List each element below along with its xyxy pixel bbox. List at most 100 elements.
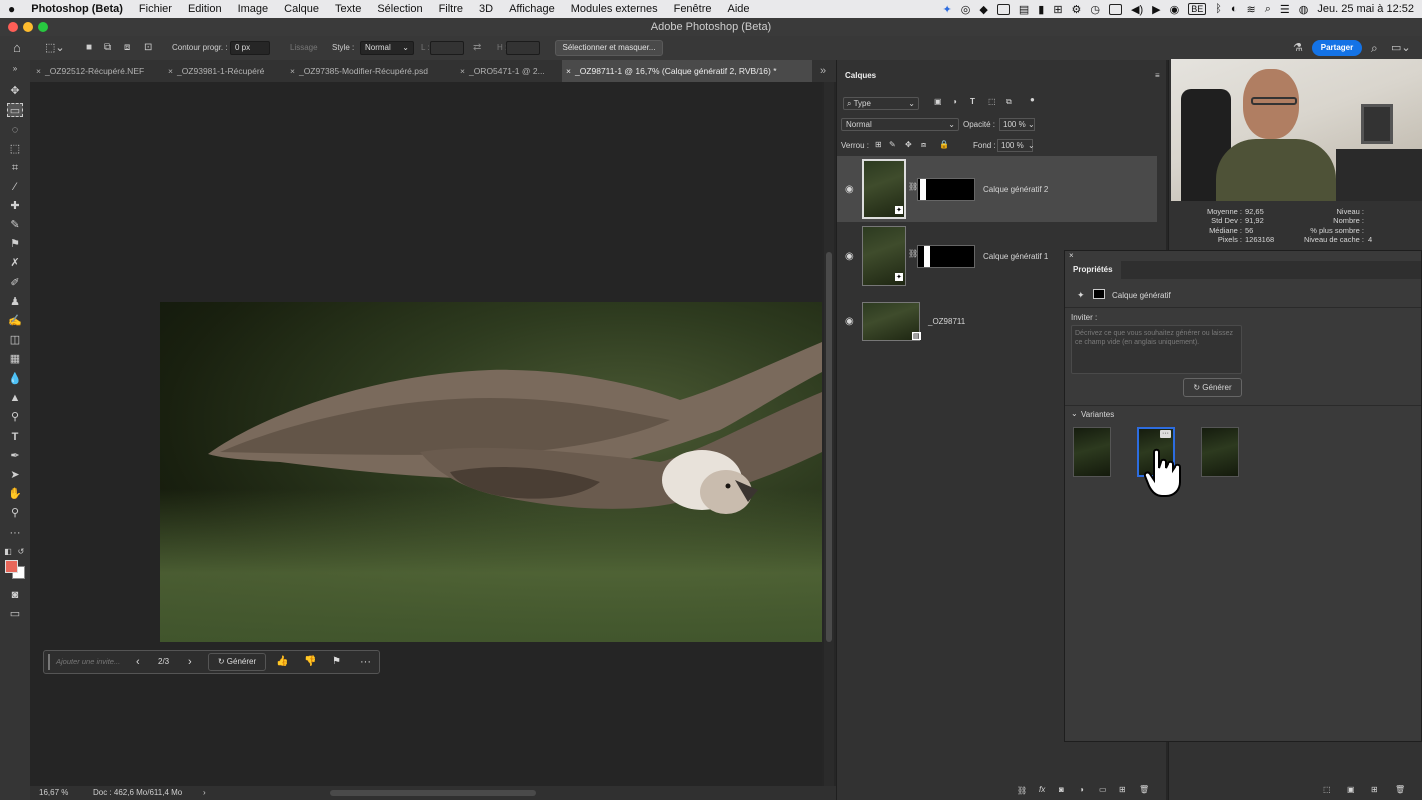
volume-icon[interactable]: ◀)	[1131, 3, 1143, 16]
more-options-icon[interactable]: ···	[1160, 430, 1171, 438]
default-colors-icon[interactable]: ◧	[3, 545, 13, 559]
menu-app-name[interactable]: Photoshop (Beta)	[23, 3, 131, 15]
chevron-down-icon[interactable]: ⌄	[1028, 141, 1035, 150]
butterfly-icon[interactable]: ✦	[943, 3, 952, 16]
menu-filtre[interactable]: Filtre	[431, 3, 471, 15]
stamp-tool-icon[interactable]: ♟	[7, 295, 23, 309]
wifi-icon[interactable]: ≋	[1247, 3, 1256, 16]
clone-stamp-tool-icon[interactable]: ⚑	[7, 237, 23, 251]
intersect-selection-icon[interactable]: ⊡	[144, 36, 152, 60]
share-button[interactable]: Partager	[1312, 40, 1362, 56]
tab-close-icon[interactable]: ×	[566, 66, 571, 76]
dodge-tool-icon[interactable]: ⚲	[7, 410, 23, 424]
object-select-tool-icon[interactable]: ⬚	[7, 142, 23, 156]
lock-all-icon[interactable]: 🔒	[939, 140, 949, 149]
menu-image[interactable]: Image	[230, 3, 277, 15]
gradient-tool-icon[interactable]: ▦	[7, 352, 23, 366]
type-tool-icon[interactable]: T	[7, 430, 23, 444]
menu-fenetre[interactable]: Fenêtre	[666, 3, 720, 15]
menu-aide[interactable]: Aide	[720, 3, 758, 15]
tab-document-2[interactable]: × _OZ93981-1-Récupéré	[164, 60, 284, 82]
vertical-scrollbar[interactable]	[824, 82, 834, 786]
menu-modules-externes[interactable]: Modules externes	[563, 3, 666, 15]
search-icon[interactable]: ⌕	[1371, 36, 1378, 60]
bluetooth-icon[interactable]: ᛒ	[1215, 3, 1222, 15]
height-input[interactable]	[506, 41, 540, 55]
apple-icon[interactable]: ●	[0, 2, 23, 16]
zoom-level[interactable]: 16,67 %	[39, 786, 68, 800]
layer-name[interactable]: Calque génératif 1	[983, 252, 1048, 261]
lasso-tool-icon[interactable]: ◌	[7, 123, 23, 137]
eye-icon[interactable]: ◉	[845, 184, 854, 195]
layer-row-generative-2[interactable]: ◉ ✦ ⛓ Calque génératif 2	[837, 156, 1157, 222]
time-machine-icon[interactable]: ◷	[1090, 3, 1100, 16]
chevron-down-icon[interactable]: ⌄	[1028, 120, 1035, 129]
hand-tool-icon[interactable]: ✋	[7, 487, 23, 501]
next-variant-button[interactable]: ›	[188, 654, 192, 670]
marquee-preset-icon[interactable]: ⬚⌄	[45, 36, 65, 60]
pen-tool-icon[interactable]: ✒	[7, 449, 23, 463]
pencil-tool-icon[interactable]: ✐	[7, 276, 23, 290]
art-brush-tool-icon[interactable]: ✍	[7, 314, 23, 328]
marquee-tool-icon[interactable]: ▭	[7, 103, 23, 117]
variants-label[interactable]: Variantes	[1081, 410, 1114, 419]
tab-close-icon[interactable]: ×	[290, 66, 295, 76]
bottom-icon-2[interactable]: ▣	[1347, 785, 1355, 794]
display-icon[interactable]	[1109, 3, 1123, 15]
eraser-tool-icon[interactable]: ◫	[7, 333, 23, 347]
airdrop-icon[interactable]: ◉	[1170, 3, 1180, 16]
dropbox-icon[interactable]: ◆	[979, 3, 987, 16]
lock-position-icon[interactable]: ✥	[905, 140, 912, 149]
tab-document-1[interactable]: × _OZ92512-Récupéré.NEF	[32, 60, 162, 82]
eye-icon[interactable]: ◉	[845, 251, 854, 262]
foreground-color-swatch[interactable]	[5, 560, 18, 573]
more-tools-icon[interactable]: ···	[7, 526, 23, 540]
new-selection-icon[interactable]: ■	[86, 36, 92, 60]
filter-shape-icon[interactable]: ⬚	[988, 97, 996, 106]
clock-text[interactable]: Jeu. 25 mai à 12:52	[1317, 3, 1414, 15]
prompt-textarea[interactable]: Décrivez ce que vous souhaitez générer o…	[1071, 325, 1242, 374]
variant-thumbnail-1[interactable]	[1073, 427, 1111, 477]
thumbs-up-icon[interactable]: 👍	[276, 654, 288, 670]
beaker-icon[interactable]: ⚗	[1293, 36, 1303, 60]
antialias-label[interactable]: Lissage	[290, 36, 318, 60]
filter-type-icon[interactable]: T	[970, 97, 975, 106]
zoom-window-button[interactable]	[38, 22, 48, 32]
healing-brush-tool-icon[interactable]: ✚	[7, 199, 23, 213]
subtract-selection-icon[interactable]: ⧈	[124, 36, 130, 60]
horizontal-scrollbar-thumb[interactable]	[330, 790, 536, 796]
history-brush-tool-icon[interactable]: ✗	[7, 256, 23, 270]
layer-name[interactable]: _OZ98711	[928, 317, 965, 326]
variant-thumbnail-3[interactable]	[1201, 427, 1239, 477]
quick-mask-icon[interactable]: ◙	[7, 588, 23, 602]
tab-close-icon[interactable]: ×	[460, 66, 465, 76]
screen-icon[interactable]	[996, 3, 1010, 15]
new-layer-icon[interactable]: ⊞	[1119, 785, 1126, 794]
sharpen-tool-icon[interactable]: ▲	[7, 391, 23, 405]
lock-transparent-icon[interactable]: ⊞	[875, 140, 882, 149]
keyboard-layout-badge[interactable]: BE	[1188, 3, 1207, 15]
generate-button[interactable]: ↻ Générer	[1183, 378, 1242, 397]
filter-smart-object-icon[interactable]: ⧉	[1006, 97, 1012, 107]
menu-edition[interactable]: Edition	[180, 3, 230, 15]
zoom-tool-icon[interactable]: ⚲	[7, 506, 23, 520]
layer-name[interactable]: Calque génératif 2	[983, 185, 1048, 194]
flag-icon[interactable]: ⚑	[332, 654, 341, 670]
add-mask-icon[interactable]: ◙	[1059, 785, 1064, 794]
prompt-input[interactable]: Ajouter une invite...	[48, 654, 128, 670]
menu-selection[interactable]: Sélection	[369, 3, 430, 15]
toolbar-collapse-icon[interactable]: »	[7, 62, 23, 76]
siri-icon[interactable]: ◍	[1299, 3, 1309, 16]
layer-filter-select[interactable]: ⌕ Type ⌄	[843, 97, 919, 110]
screen-mode-icon[interactable]: ▭	[7, 607, 23, 621]
workspace-icon[interactable]: ▭⌄	[1391, 36, 1411, 60]
bottom-trash-icon[interactable]: 🗑	[1395, 785, 1405, 794]
lock-image-icon[interactable]: ✎	[889, 140, 896, 149]
clipboard-icon[interactable]: ▤	[1019, 3, 1029, 16]
eyedropper-tool-icon[interactable]: ⁄	[7, 180, 23, 194]
search-icon[interactable]: ⌕	[1265, 3, 1271, 16]
properties-tab[interactable]: Propriétés	[1065, 261, 1121, 279]
menu-fichier[interactable]: Fichier	[131, 3, 180, 15]
adjustment-layer-icon[interactable]: ◑	[1079, 785, 1084, 794]
close-panel-icon[interactable]: ×	[1069, 251, 1074, 260]
